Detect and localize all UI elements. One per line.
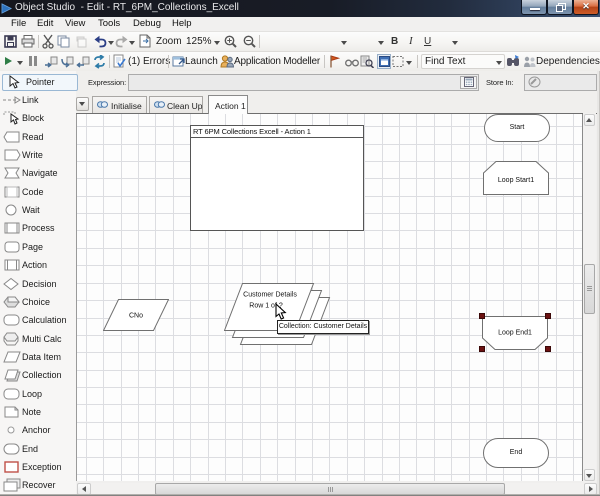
svg-text:CNo: CNo <box>129 313 143 320</box>
svg-text:Loop End1: Loop End1 <box>498 330 532 337</box>
svg-text:Loop Start1: Loop Start1 <box>498 177 534 184</box>
svg-text:Customer Details: Customer Details <box>243 292 297 299</box>
